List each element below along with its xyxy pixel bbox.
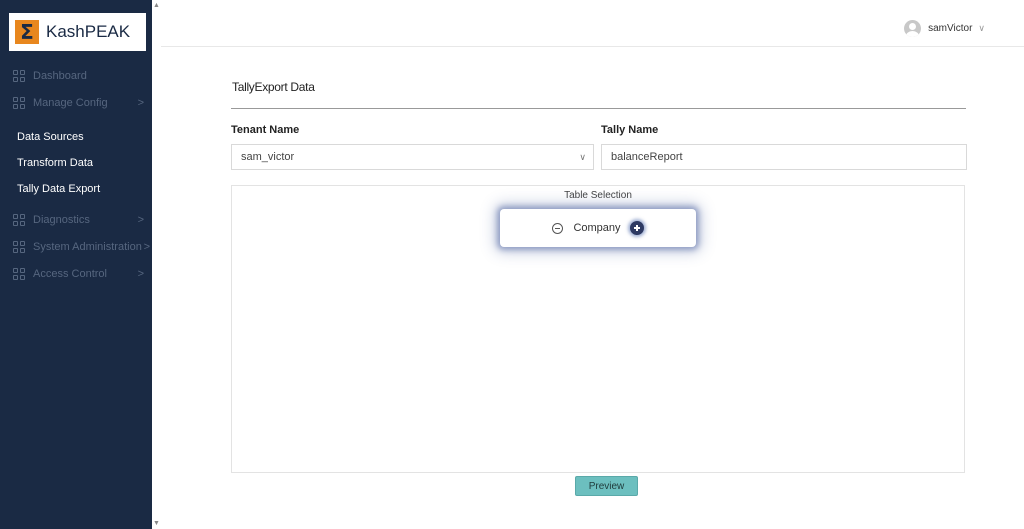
- chevron-right-icon: >: [137, 213, 144, 226]
- sidebar-item-data-sources[interactable]: Data Sources: [0, 124, 152, 150]
- scroll-down-icon[interactable]: ▼: [153, 520, 160, 527]
- divider: [231, 108, 966, 109]
- sidebar-item-transform-data[interactable]: Transform Data: [0, 150, 152, 176]
- tally-name-input[interactable]: balanceReport: [601, 144, 967, 170]
- sidebar-item-label: System Administration: [33, 240, 142, 253]
- chevron-down-icon: ∨: [978, 23, 985, 33]
- tree-node-company[interactable]: Company: [500, 209, 696, 247]
- tenant-name-label: Tenant Name: [231, 124, 300, 136]
- node-label: Company: [573, 222, 621, 234]
- panel-title: Table Selection: [564, 190, 632, 201]
- grid-icon: [13, 267, 25, 280]
- sidebar-item-dashboard[interactable]: Dashboard: [0, 62, 152, 89]
- chevron-right-icon: >: [143, 240, 150, 253]
- sidebar-item-system-administration[interactable]: System Administration >: [0, 233, 152, 260]
- sidebar-item-tally-data-export[interactable]: Tally Data Export: [0, 176, 152, 202]
- tenant-name-value: sam_victor: [241, 151, 295, 163]
- tenant-name-select[interactable]: sam_victor ∨: [231, 144, 594, 170]
- user-name: samVictor: [928, 23, 973, 34]
- collapse-minus-icon[interactable]: [552, 222, 564, 234]
- add-plus-icon[interactable]: [629, 221, 644, 235]
- grid-icon: [13, 213, 25, 226]
- sidebar-item-label: Manage Config: [33, 96, 108, 109]
- sidebar: Σ KashPEAK Dashboard Manage Config > Dat…: [0, 0, 152, 529]
- scroll-up-icon[interactable]: ▲: [153, 2, 160, 9]
- brand[interactable]: Σ KashPEAK: [9, 13, 146, 51]
- page-title: TallyExport Data: [232, 80, 315, 94]
- chevron-down-icon: ∨: [579, 151, 586, 162]
- sidebar-item-label: Access Control: [33, 267, 107, 280]
- user-menu[interactable]: samVictor ∨: [904, 20, 985, 37]
- sidebar-item-label: Diagnostics: [33, 213, 90, 226]
- sidebar-scrollbar[interactable]: ▲ ▼: [152, 0, 161, 529]
- table-selection-panel: Table Selection Company: [231, 185, 965, 473]
- grid-icon: [13, 96, 25, 109]
- chevron-right-icon: >: [137, 267, 144, 280]
- sidebar-item-label: Dashboard: [33, 69, 87, 82]
- sidebar-item-diagnostics[interactable]: Diagnostics >: [0, 206, 152, 233]
- sigma-logo-icon: Σ: [15, 20, 39, 44]
- sidebar-item-manage-config[interactable]: Manage Config >: [0, 89, 152, 116]
- grid-icon: [13, 69, 25, 82]
- sidebar-item-access-control[interactable]: Access Control >: [0, 260, 152, 287]
- chevron-right-icon: >: [137, 96, 144, 109]
- preview-button[interactable]: Preview: [575, 476, 638, 496]
- avatar: [904, 20, 922, 37]
- tally-name-label: Tally Name: [601, 124, 659, 136]
- grid-icon: [13, 240, 25, 253]
- tally-name-value: balanceReport: [611, 151, 683, 163]
- brand-name: KashPEAK: [46, 22, 131, 41]
- sidebar-nav: Dashboard Manage Config > Data Sources T…: [0, 62, 152, 287]
- top-header: samVictor ∨: [161, 0, 1024, 47]
